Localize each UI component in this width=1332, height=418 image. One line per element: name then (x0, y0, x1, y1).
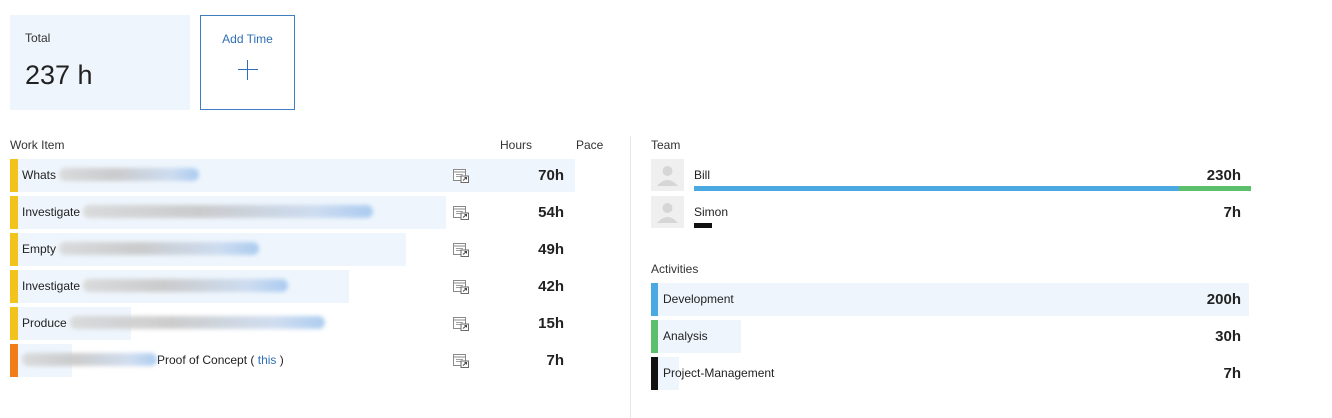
work-item-hours: 15h (538, 315, 564, 332)
total-label: Total (25, 31, 51, 45)
work-item-title-text: Produce (22, 316, 67, 330)
open-work-item-icon[interactable] (453, 169, 469, 183)
team-member-hours: 7h (1223, 204, 1241, 221)
work-item-row[interactable]: Investigate 54h (10, 196, 580, 229)
work-item-title[interactable]: Produce (22, 316, 325, 330)
pace-header: Pace (576, 138, 604, 152)
plus-icon (238, 60, 258, 80)
work-item-title-text: Investigate (22, 279, 81, 293)
team-member-bar-segment (694, 223, 712, 228)
column-divider (630, 136, 631, 418)
add-time-label: Add Time (222, 32, 273, 46)
work-item-row[interactable]: Proof of Concept ( this ) 7h (10, 344, 580, 377)
team-member-bar (694, 186, 1251, 191)
redacted-text (59, 168, 200, 181)
activity-name: Development (663, 292, 734, 306)
work-item-type-stripe (10, 344, 18, 377)
work-item-title[interactable]: Investigate (22, 279, 289, 293)
avatar (651, 196, 684, 228)
work-item-row[interactable]: Whats 70h (10, 159, 580, 192)
work-item-title-text: Proof of Concept (157, 353, 248, 367)
team-member-bar-segment (694, 186, 1179, 191)
redacted-text (59, 242, 260, 255)
activity-color-stripe (651, 357, 658, 390)
activities-title: Activities (651, 262, 699, 276)
work-item-title[interactable]: Empty (22, 242, 260, 256)
open-work-item-icon[interactable] (453, 206, 469, 220)
work-item-hours: 49h (538, 241, 564, 258)
work-item-type-stripe (10, 233, 18, 266)
team-member-bar (694, 223, 712, 228)
activity-hours-bar (651, 283, 1249, 316)
work-item-title[interactable]: Whats (22, 168, 200, 182)
hours-header: Hours (500, 138, 533, 152)
work-item-title-text: Investigate (22, 205, 81, 219)
open-work-item-icon[interactable] (453, 280, 469, 294)
work-item-hours: 42h (538, 278, 564, 295)
activity-row[interactable]: Analysis 30h (651, 320, 1251, 353)
work-item-row[interactable]: Investigate 42h (10, 270, 580, 303)
work-item-type-stripe (10, 307, 18, 340)
open-work-item-icon[interactable] (453, 354, 469, 368)
work-item-hours: 7h (546, 352, 564, 369)
add-time-button[interactable]: Add Time (200, 15, 295, 110)
work-item-title-text: Empty (22, 242, 57, 256)
work-item-header: Work Item (10, 138, 65, 152)
work-item-title[interactable]: Investigate (22, 205, 374, 219)
activity-name: Project-Management (663, 366, 775, 380)
work-item-row[interactable]: Empty 49h (10, 233, 580, 266)
work-item-hours: 70h (538, 167, 564, 184)
activity-row[interactable]: Project-Management 7h (651, 357, 1251, 390)
activity-hours: 7h (1223, 365, 1241, 382)
team-member-bar-segment (1179, 186, 1251, 191)
work-item-title-text: Whats (22, 168, 57, 182)
open-work-item-icon[interactable] (453, 243, 469, 257)
work-item-title[interactable]: Proof of Concept ( this ) (22, 353, 284, 367)
redacted-text (69, 316, 325, 329)
team-member-name: Bill (694, 168, 711, 182)
activity-name: Analysis (663, 329, 708, 343)
total-value: 237 h (25, 60, 93, 90)
work-item-type-stripe (10, 196, 18, 229)
work-item-hours: 54h (538, 204, 564, 221)
total-tile: Total 237 h (10, 15, 190, 110)
activity-row[interactable]: Development 200h (651, 283, 1251, 316)
avatar (651, 159, 684, 191)
team-member-hours: 230h (1206, 167, 1241, 184)
redacted-text (22, 353, 157, 366)
work-item-link[interactable]: this (258, 353, 277, 367)
team-member-name: Simon (694, 205, 729, 219)
work-item-type-stripe (10, 270, 18, 303)
activity-color-stripe (651, 283, 658, 316)
team-title: Team (651, 138, 681, 152)
redacted-text (83, 205, 374, 218)
activity-color-stripe (651, 320, 658, 353)
open-work-item-icon[interactable] (453, 317, 469, 331)
activity-hours: 200h (1206, 291, 1241, 308)
team-member-row[interactable]: Simon 7h (651, 196, 1251, 228)
work-item-row[interactable]: Produce 15h (10, 307, 580, 340)
redacted-text (83, 279, 289, 292)
work-item-type-stripe (10, 159, 18, 192)
team-member-row[interactable]: Bill 230h (651, 159, 1251, 191)
activity-hours: 30h (1215, 328, 1241, 345)
